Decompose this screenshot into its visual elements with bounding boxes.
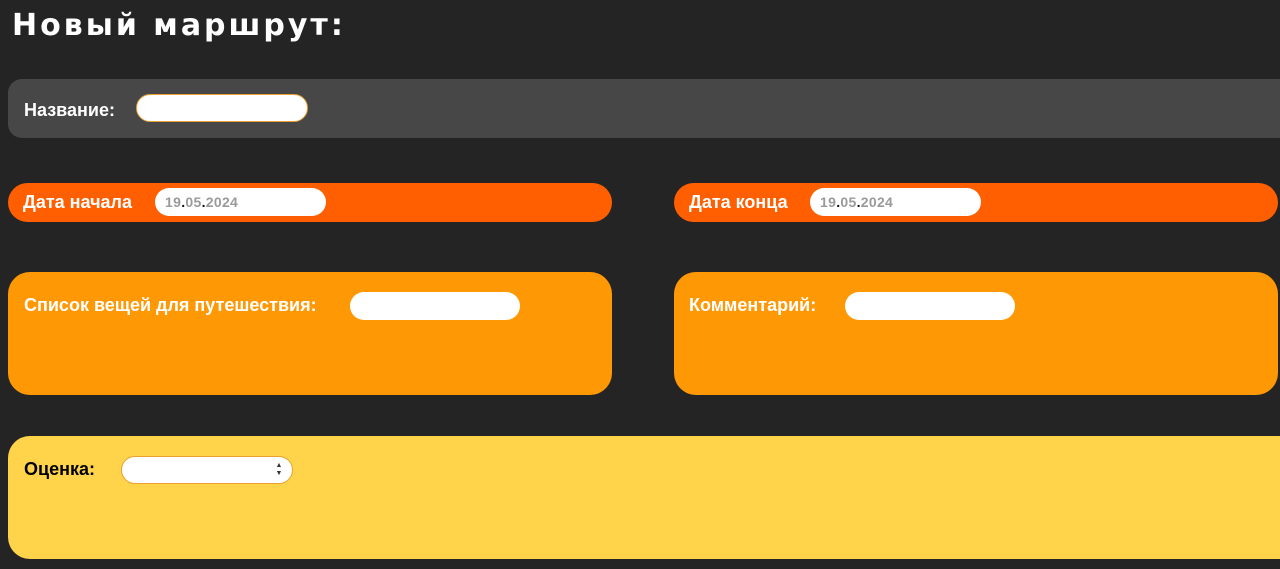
start-date-input[interactable]: 19. 05. 2024 <box>155 188 326 216</box>
name-label: Название: <box>24 100 115 120</box>
start-date-label: Дата начала <box>23 192 133 212</box>
comment-input[interactable] <box>845 292 1015 320</box>
comment-panel: Комментарий: <box>674 272 1278 395</box>
start-date-year: 2024 <box>205 194 239 210</box>
name-panel: Название: <box>8 79 1280 138</box>
end-date-label: Дата конца <box>689 192 788 212</box>
end-date-input[interactable]: 19. 05. 2024 <box>810 188 981 216</box>
rating-label: Оценка: <box>24 459 95 479</box>
page: Новый маршрут: Название: Дата начала 19.… <box>0 0 1280 569</box>
end-date-panel: Дата конца 19. 05. 2024 <box>674 183 1278 222</box>
page-title: Новый маршрут: <box>12 8 346 43</box>
end-date-month: 05 <box>840 194 857 210</box>
packing-list-panel: Список вещей для путешествия: <box>8 272 612 395</box>
name-input[interactable] <box>136 94 308 122</box>
packing-list-label: Список вещей для путешествия: <box>24 295 317 315</box>
rating-panel: Оценка: ▲ ▼ <box>8 436 1280 559</box>
end-date-year: 2024 <box>860 194 894 210</box>
end-date-day: 19 <box>820 194 837 210</box>
packing-list-input[interactable] <box>350 292 520 320</box>
comment-label: Комментарий: <box>689 295 817 315</box>
rating-select[interactable]: ▲ ▼ <box>121 456 293 484</box>
start-date-day: 19 <box>165 194 182 210</box>
select-arrows-icon: ▲ ▼ <box>275 462 283 477</box>
start-date-panel: Дата начала 19. 05. 2024 <box>8 183 612 222</box>
start-date-month: 05 <box>185 194 202 210</box>
